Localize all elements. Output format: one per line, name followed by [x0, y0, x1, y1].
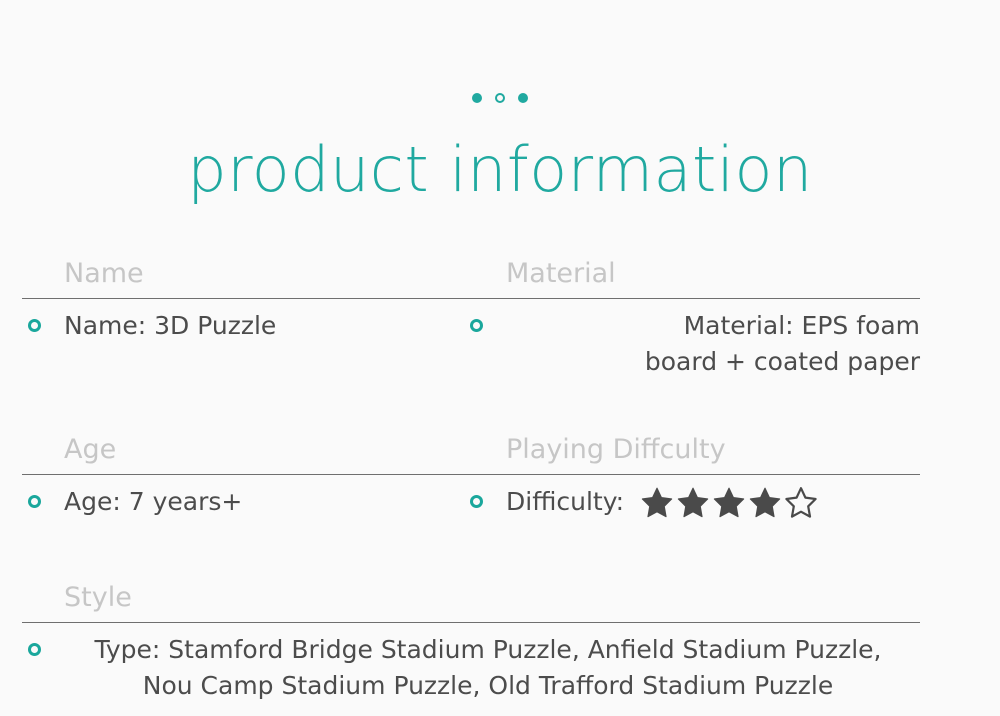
spec-row-1-labels: Name Material [22, 250, 920, 298]
difficulty-line: Difficulty: [506, 484, 920, 520]
star-outline-icon [785, 486, 817, 518]
spec-value-name: Name: 3D Puzzle [22, 308, 464, 380]
spec-value-material-line1: Material: EPS foam [683, 311, 920, 340]
star-filled-icon [641, 487, 673, 517]
spec-label-material: Material [506, 258, 616, 289]
spec-value-name-text: Name: 3D Puzzle [64, 311, 277, 340]
spec-value-material-line2: board + coated paper [644, 347, 920, 376]
bullet-ring-icon [470, 319, 483, 332]
carousel-dots [0, 90, 1000, 106]
difficulty-rating-stars [640, 486, 818, 519]
carousel-dot-2-icon[interactable] [495, 93, 505, 103]
spec-label-age: Age [64, 434, 117, 465]
star-filled-icon [713, 487, 745, 517]
bullet-ring-icon [470, 495, 483, 508]
page-title: product information [187, 133, 813, 206]
spec-row-name-material: Name Material Name: 3D Puzzle Material: … [22, 250, 920, 380]
bullet-ring-icon [28, 319, 41, 332]
spec-row-3-values: Type: Stamford Bridge Stadium Puzzle, An… [22, 623, 920, 704]
spec-value-style-line1: Type: Stamford Bridge Stadium Puzzle, An… [94, 635, 882, 664]
spec-value-material: Material: EPS foam board + coated paper [464, 308, 920, 380]
carousel-dot-1-icon[interactable] [472, 93, 482, 103]
spec-value-style-line2: Nou Camp Stadium Puzzle, Old Trafford St… [142, 671, 834, 700]
spec-label-playing-difficulty: Playing Diffculty [506, 434, 726, 465]
spec-value-difficulty: Difficulty: [464, 484, 920, 520]
star-filled-icon [749, 487, 781, 517]
spec-row-2-labels: Age Playing Diffculty [22, 426, 920, 474]
spec-value-style: Type: Stamford Bridge Stadium Puzzle, An… [22, 632, 920, 704]
product-spec-table: Name Material Name: 3D Puzzle Material: … [22, 250, 920, 704]
spec-row-style: Style Type: Stamford Bridge Stadium Puzz… [22, 574, 920, 704]
spacer-row-2 [22, 520, 920, 574]
spec-label-name: Name [64, 258, 144, 289]
spec-row-age-difficulty: Age Playing Diffculty Age: 7 years+ Diff… [22, 426, 920, 520]
spec-row-2-values: Age: 7 years+ Difficulty: [22, 475, 920, 520]
spec-value-difficulty-label: Difficulty: [506, 487, 625, 516]
spec-value-age-text: Age: 7 years+ [64, 487, 243, 516]
spec-row-1-values: Name: 3D Puzzle Material: EPS foam board… [22, 299, 920, 380]
star-filled-icon [677, 487, 709, 517]
spacer-row-1 [22, 380, 920, 426]
spec-value-age: Age: 7 years+ [22, 484, 464, 520]
spec-label-style: Style [64, 582, 132, 613]
carousel-dot-3-icon[interactable] [518, 93, 528, 103]
bullet-ring-icon [28, 495, 41, 508]
spec-row-3-labels: Style [22, 574, 920, 622]
bullet-ring-icon [28, 643, 41, 656]
